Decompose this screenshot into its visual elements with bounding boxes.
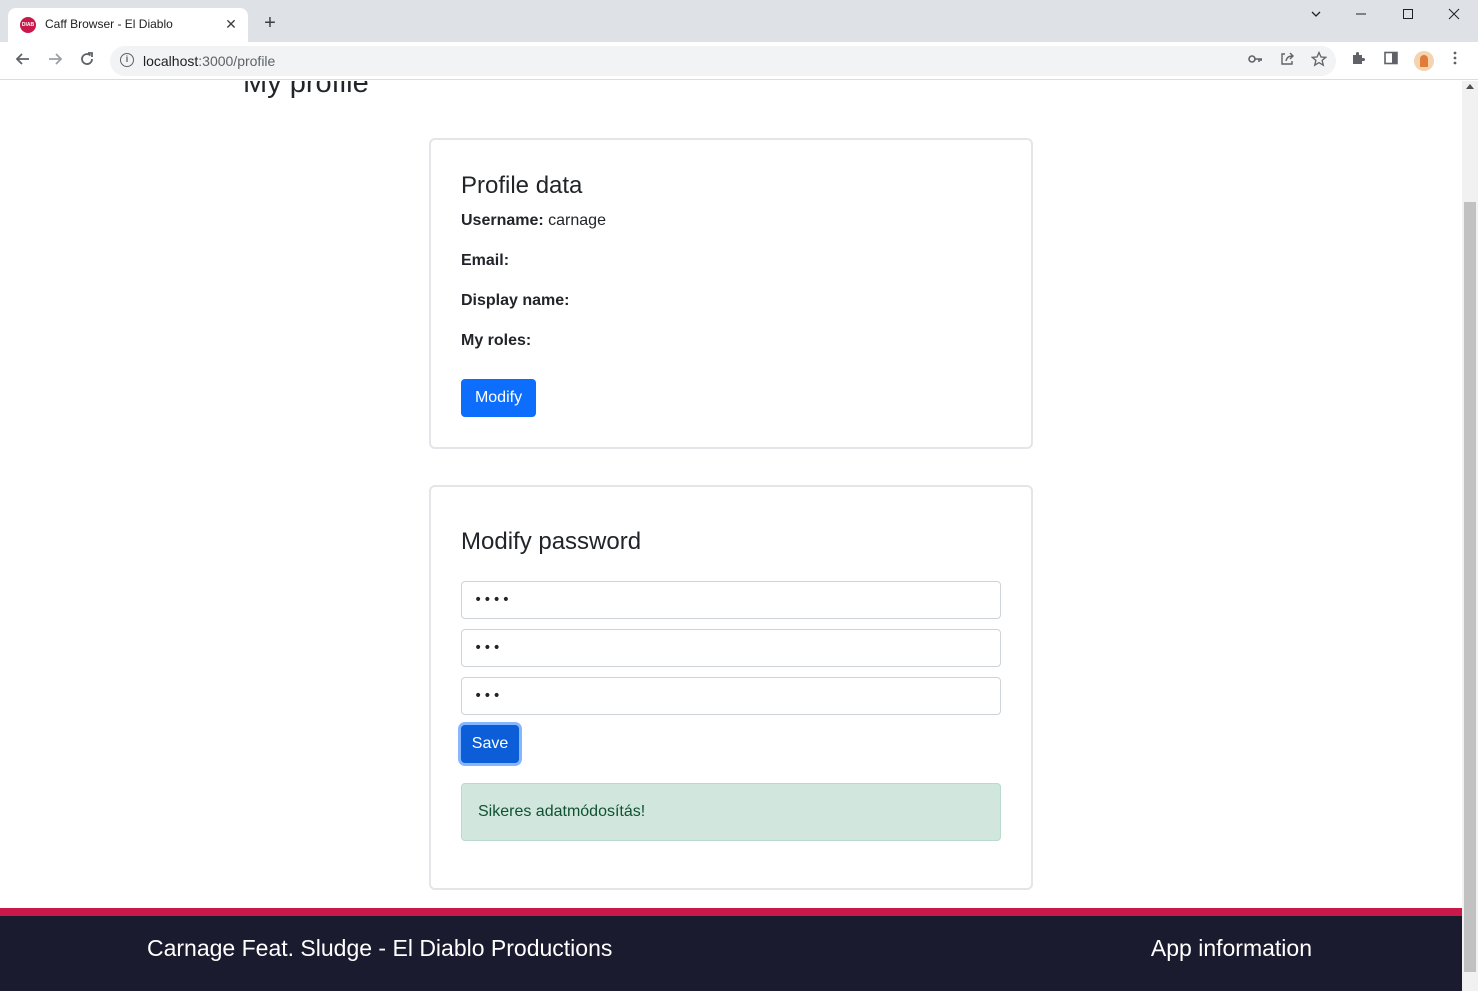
profile-data-card: Profile data Username: carnage Email: Di… xyxy=(429,138,1033,449)
profile-data-heading: Profile data xyxy=(461,172,583,199)
browser-tab[interactable]: DIAB Caff Browser - El Diablo ✕ xyxy=(8,8,248,42)
username-value: carnage xyxy=(548,212,606,229)
modify-password-heading: Modify password xyxy=(461,528,642,555)
page-viewport: My profile Profile data Username: carnag… xyxy=(0,81,1462,991)
address-url[interactable]: localhost:3000/profile xyxy=(143,53,275,69)
browser-toolbar: i localhost:3000/profile xyxy=(0,42,1478,80)
share-icon[interactable] xyxy=(1277,51,1297,71)
username-label: Username: xyxy=(461,212,544,229)
profile-avatar[interactable] xyxy=(1414,51,1434,71)
extensions-puzzle-icon[interactable] xyxy=(1347,50,1369,72)
maximize-icon[interactable] xyxy=(1385,0,1431,30)
footer-credits: Carnage Feat. Sludge - El Diablo Product… xyxy=(147,935,613,961)
side-panel-icon[interactable] xyxy=(1380,50,1402,72)
display-name-label: Display name: xyxy=(461,292,570,309)
modify-button[interactable]: Modify xyxy=(461,379,536,417)
tab-title: Caff Browser - El Diablo xyxy=(45,17,173,31)
scrollbar-thumb[interactable] xyxy=(1464,202,1476,972)
tab-search-chevron-icon[interactable] xyxy=(1293,0,1339,30)
current-password-input[interactable]: •••• xyxy=(461,581,1001,619)
roles-label: My roles: xyxy=(461,332,532,349)
close-window-icon[interactable] xyxy=(1431,0,1477,30)
bookmark-star-icon[interactable] xyxy=(1309,50,1329,71)
page-title: My profile xyxy=(243,81,369,99)
footer-accent-bar xyxy=(0,908,1462,916)
browser-titlebar: DIAB Caff Browser - El Diablo ✕ + xyxy=(0,0,1478,42)
footer: Carnage Feat. Sludge - El Diablo Product… xyxy=(0,916,1462,991)
reload-icon[interactable] xyxy=(74,48,100,74)
back-arrow-icon[interactable] xyxy=(10,48,36,74)
roles-row: My roles: xyxy=(461,332,531,350)
page-scrollbar[interactable] xyxy=(1462,81,1478,991)
tab-close-icon[interactable]: ✕ xyxy=(222,15,240,33)
address-bar[interactable]: i localhost:3000/profile xyxy=(110,46,1336,76)
forward-arrow-icon[interactable] xyxy=(42,48,68,74)
password-key-icon[interactable] xyxy=(1245,51,1265,71)
modify-password-card: Modify password •••• ••• ••• Save Sikere… xyxy=(429,485,1033,890)
new-password-input[interactable]: ••• xyxy=(461,629,1001,667)
confirm-password-input[interactable]: ••• xyxy=(461,677,1001,715)
site-info-icon[interactable]: i xyxy=(120,53,134,67)
save-button[interactable]: Save xyxy=(461,725,519,763)
username-row: Username: carnage xyxy=(461,212,606,230)
new-tab-icon[interactable]: + xyxy=(260,13,280,33)
browser-menu-icon[interactable] xyxy=(1444,50,1466,72)
app-information-link[interactable]: App information xyxy=(1151,935,1312,962)
success-alert: Sikeres adatmódosítás! xyxy=(461,783,1001,841)
email-row: Email: xyxy=(461,252,509,270)
tab-favicon-icon: DIAB xyxy=(20,17,36,33)
minimize-icon[interactable] xyxy=(1338,0,1384,30)
scroll-up-arrow-icon[interactable] xyxy=(1466,84,1474,89)
display-name-row: Display name: xyxy=(461,292,569,310)
email-label: Email: xyxy=(461,252,510,269)
